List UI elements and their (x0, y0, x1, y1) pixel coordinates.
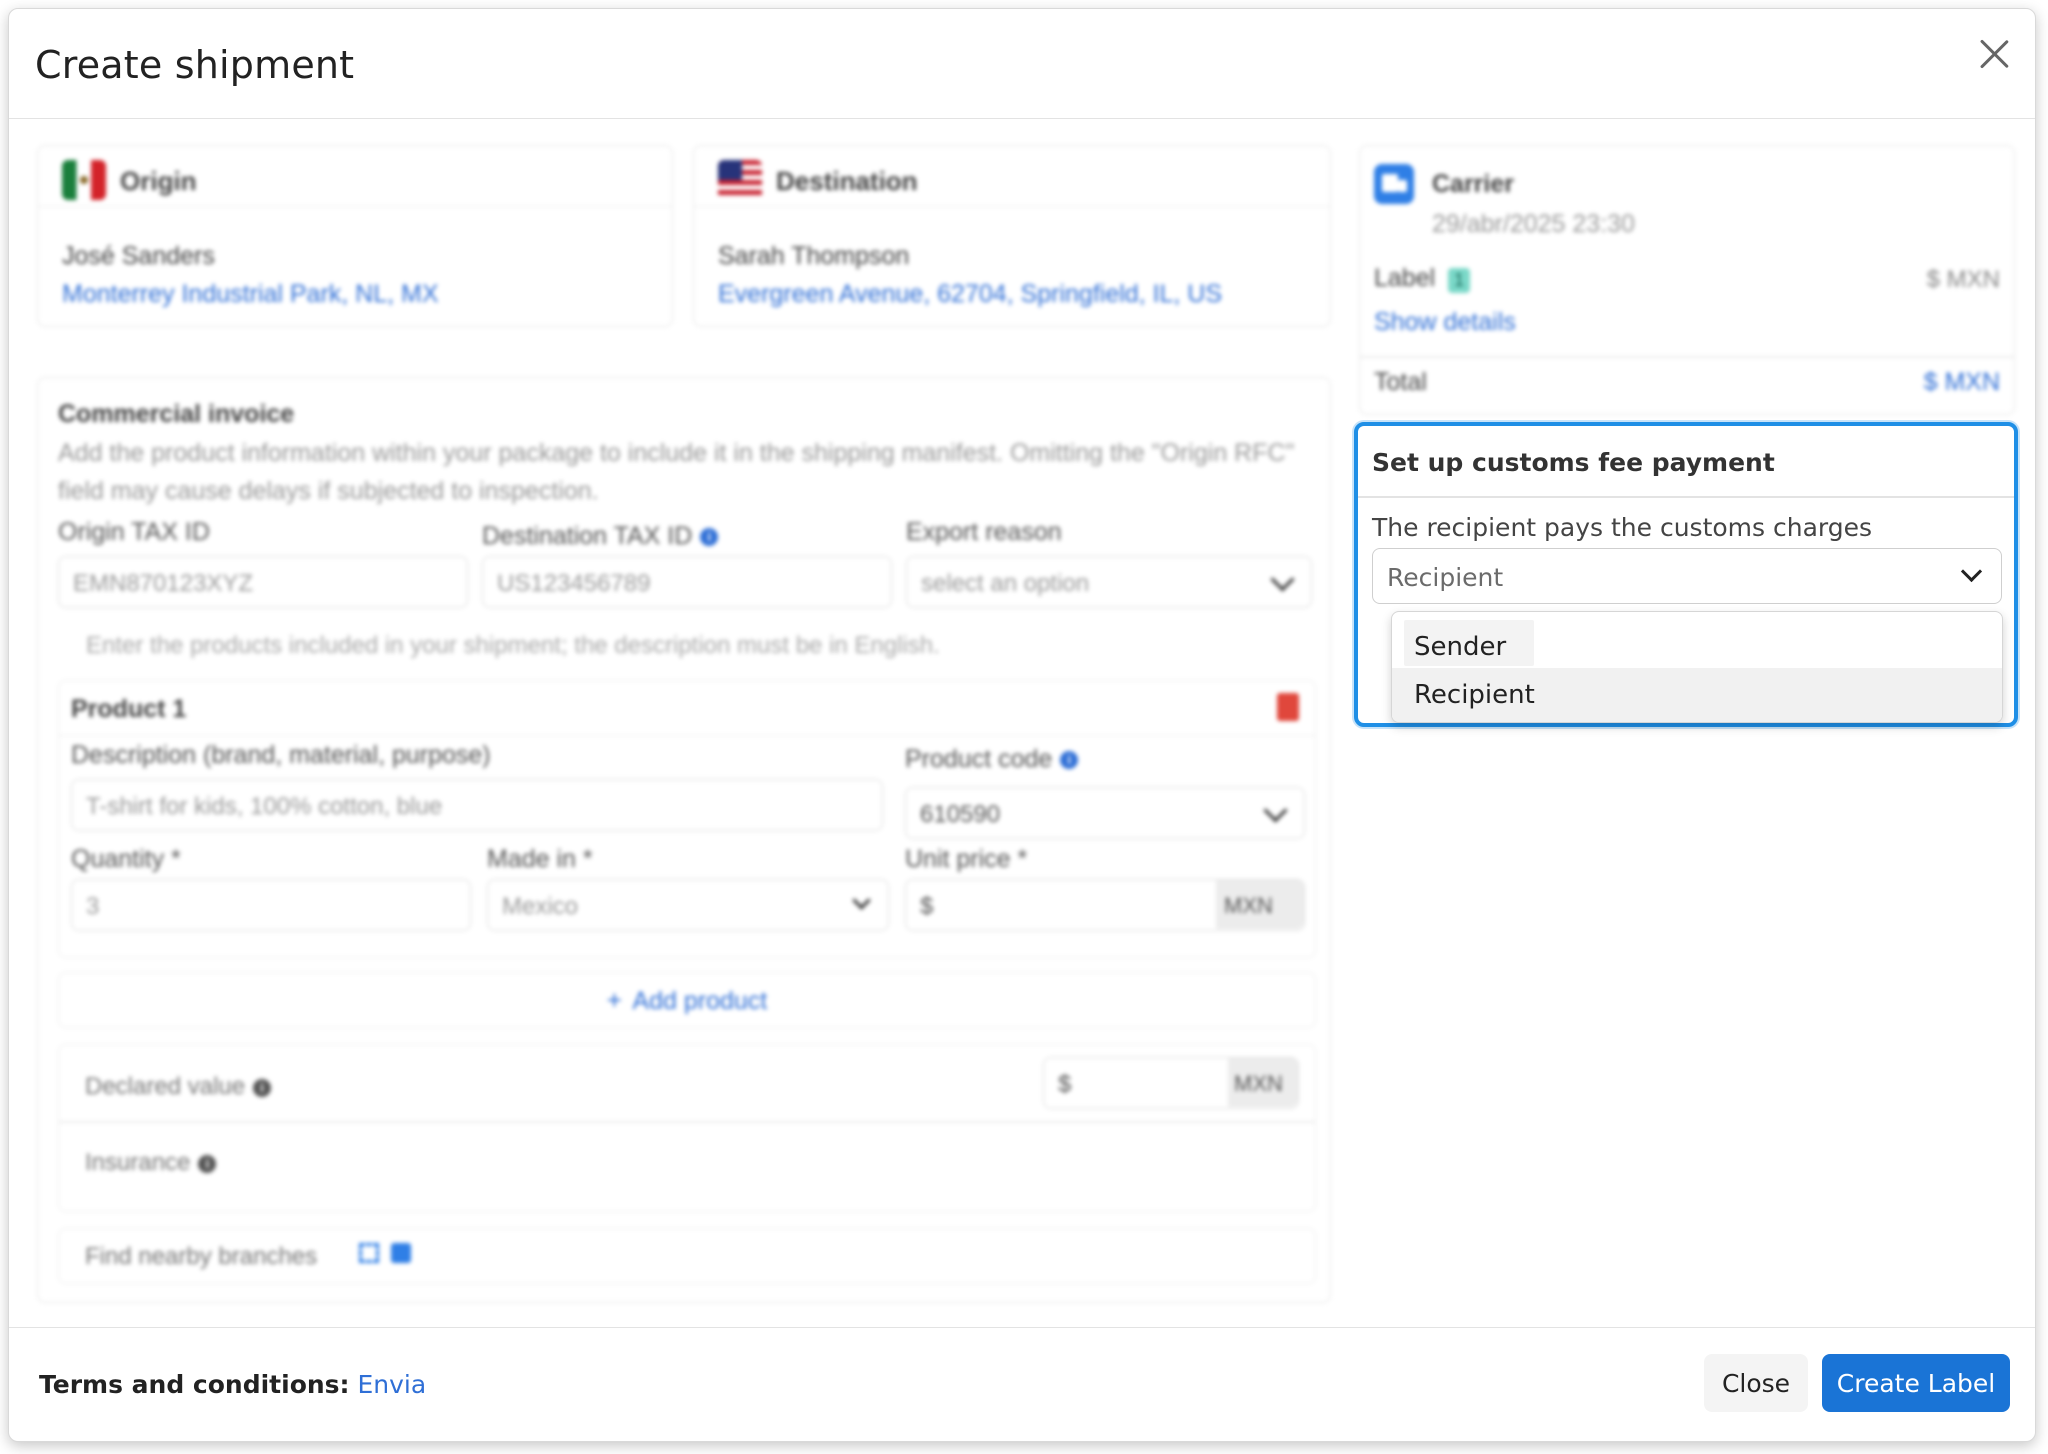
customs-payer-dropdown: Sender Recipient (1391, 611, 2003, 723)
carrier-card: Carrier 29/abr/2025 23:30 Label 1 $ MXN … (1359, 145, 2015, 415)
invoice-description: Add the product information within your … (58, 439, 1295, 505)
chevron-down-icon (1960, 560, 1983, 583)
destination-title: Destination (776, 166, 918, 196)
terms-label: Terms and conditions: (39, 1370, 350, 1399)
close-button[interactable]: Close (1704, 1354, 1808, 1412)
chevron-down-icon (852, 891, 871, 910)
export-reason-select[interactable]: select an option (906, 556, 1312, 608)
carrier-date: 29/abr/2025 23:30 (1432, 210, 1635, 238)
product-code-label: Product code i (905, 745, 1079, 774)
declared-value-prefix: $ (1058, 1071, 1072, 1098)
divider (59, 1121, 1315, 1123)
unit-price-prefix: $ (920, 893, 934, 920)
label-count-badge: 1 (1448, 268, 1471, 293)
made-in-value: Mexico (502, 893, 579, 920)
find-nearby-branches-row[interactable]: Find nearby branches (58, 1228, 1316, 1284)
chevron-down-icon (1263, 798, 1288, 823)
unit-price-input[interactable]: $ MXN (905, 879, 1305, 931)
unit-price-label: Unit price * (905, 845, 1028, 873)
add-product-button[interactable]: + Add product (58, 972, 1316, 1028)
export-reason-label: Export reason (906, 518, 1062, 546)
plus-icon: + (606, 985, 622, 1015)
product-code-select[interactable]: 610590 (905, 787, 1305, 839)
info-icon[interactable]: i (253, 1078, 272, 1097)
description-input[interactable]: T-shirt for kids, 100% cotton, blue (71, 779, 883, 831)
customs-description: The recipient pays the customs charges (1372, 513, 1873, 542)
show-details-link[interactable]: Show details (1374, 308, 1516, 337)
label-amount: $ MXN (1926, 266, 2000, 293)
commercial-invoice-card: Commercial invoice Add the product infor… (37, 377, 1331, 1303)
destination-card: Destination Sarah Thompson Evergreen Ave… (693, 145, 1331, 327)
add-product-label: Add product (632, 987, 768, 1015)
product-title: Product 1 (71, 695, 187, 723)
trash-icon[interactable] (1277, 693, 1299, 721)
option-recipient[interactable]: Recipient (1392, 668, 2002, 722)
product-header: Product 1 (59, 681, 1315, 736)
total-label: Total (1374, 368, 1427, 396)
modal-footer: Terms and conditions: Envia Close Create… (9, 1327, 2035, 1441)
info-icon[interactable]: i (198, 1154, 217, 1173)
invoice-title: Commercial invoice (58, 400, 295, 428)
declared-insurance-card: Declared value i $ MXN Insurance i (58, 1044, 1316, 1212)
destination-tax-label: Destination TAX ID i (482, 522, 719, 551)
expand-icon[interactable] (359, 1243, 379, 1263)
customs-divider (1358, 496, 2014, 498)
origin-tax-label: Origin TAX ID (58, 518, 210, 546)
info-icon[interactable]: i (1060, 751, 1079, 770)
made-in-select[interactable]: Mexico (487, 879, 889, 931)
mexico-flag-icon (62, 160, 106, 200)
origin-card-header: Origin (38, 146, 672, 207)
origin-tax-input[interactable]: EMN870123XYZ (58, 556, 468, 608)
customs-payer-value: Recipient (1387, 563, 1504, 592)
description-label: Description (brand, material, purpose) (71, 741, 491, 769)
terms-and-conditions: Terms and conditions: Envia (39, 1370, 426, 1399)
destination-name: Sarah Thompson (718, 242, 910, 270)
option-sender[interactable]: Sender (1404, 620, 1534, 666)
origin-address[interactable]: Monterrey Industrial Park, NL, MX (62, 280, 439, 309)
label-text: Label (1374, 264, 1436, 292)
total-amount: $ MXN (1923, 368, 2000, 396)
customs-payer-select[interactable]: Recipient (1372, 548, 2002, 604)
declared-value-input[interactable]: $ MXN (1043, 1057, 1299, 1109)
declared-value-currency: MXN (1228, 1058, 1298, 1107)
origin-title: Origin (120, 166, 197, 196)
export-reason-placeholder: select an option (921, 570, 1090, 597)
customs-fee-panel: Set up customs fee payment The recipient… (1354, 422, 2018, 727)
find-nearby-label: Find nearby branches (85, 1243, 318, 1270)
terms-link[interactable]: Envia (358, 1370, 427, 1399)
made-in-label: Made in * (487, 845, 593, 873)
chevron-down-icon (1270, 567, 1295, 592)
origin-name: José Sanders (62, 242, 215, 270)
carrier-divider (1360, 356, 2014, 358)
destination-card-header: Destination (694, 146, 1330, 207)
destination-address[interactable]: Evergreen Avenue, 62704, Springfield, IL… (718, 280, 1222, 309)
unit-price-currency[interactable]: MXN (1216, 880, 1304, 929)
label-row: Label 1 (1374, 264, 1471, 293)
carrier-truck-icon (1374, 164, 1414, 204)
quantity-label: Quantity * (71, 845, 181, 873)
products-hint: Enter the products included in your ship… (86, 632, 940, 659)
product-card: Product 1 Description (brand, material, … (58, 680, 1316, 958)
create-label-button[interactable]: Create Label (1822, 1354, 2010, 1412)
modal-header: Create shipment (9, 9, 2035, 119)
create-shipment-modal: Create shipment Origin José Sanders Mont… (8, 8, 2036, 1442)
customs-title: Set up customs fee payment (1372, 448, 1775, 477)
usa-flag-icon (718, 160, 762, 200)
close-icon[interactable] (1973, 33, 2015, 75)
product-code-value: 610590 (920, 801, 1001, 828)
carrier-title: Carrier (1432, 170, 1514, 198)
destination-tax-input[interactable]: US123456789 (482, 556, 892, 608)
info-icon[interactable]: i (700, 528, 719, 547)
origin-card: Origin José Sanders Monterrey Industrial… (37, 145, 673, 327)
quantity-input[interactable]: 3 (71, 879, 471, 931)
insurance-label: Insurance i (85, 1149, 217, 1177)
modal-title: Create shipment (35, 43, 355, 87)
map-icon[interactable] (391, 1243, 411, 1263)
declared-value-label: Declared value i (85, 1073, 272, 1101)
